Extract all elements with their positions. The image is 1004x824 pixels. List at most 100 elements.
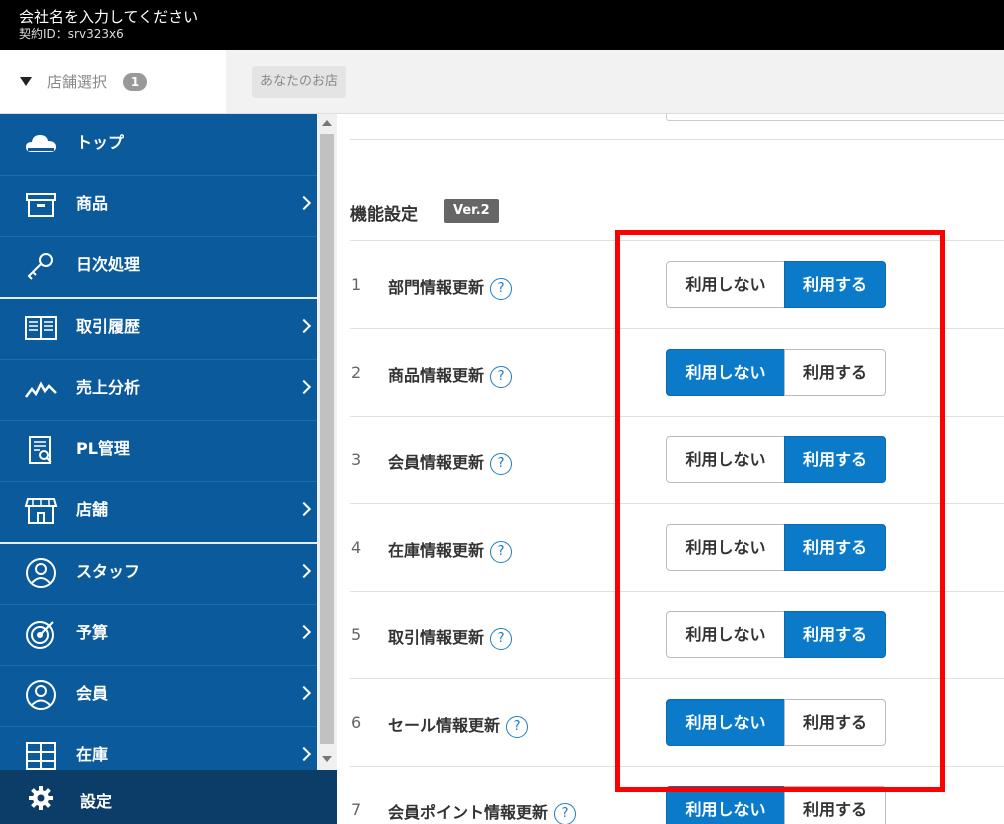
feature-name: 会員情報更新? bbox=[388, 449, 513, 475]
store-selector[interactable]: 店舗選択 1 bbox=[0, 50, 226, 114]
option-on-button[interactable]: 利用する bbox=[784, 524, 886, 571]
sidebar-item-stores[interactable]: 店舗 bbox=[0, 481, 317, 544]
shelf-icon bbox=[26, 742, 56, 770]
chevron-right-icon bbox=[296, 624, 312, 640]
gear-icon bbox=[29, 786, 53, 810]
store-selector-label: 店舗選択 bbox=[47, 73, 108, 91]
target-icon bbox=[26, 621, 54, 649]
chevron-right-icon bbox=[296, 501, 312, 517]
cloud-icon bbox=[26, 135, 56, 152]
sidebar-item-top[interactable]: トップ bbox=[0, 114, 317, 176]
row-number: 1 bbox=[351, 275, 362, 294]
sidebar-item-label: 日次処理 bbox=[76, 255, 141, 274]
report-icon bbox=[29, 436, 52, 464]
section-title: 機能設定 bbox=[350, 205, 418, 225]
chevron-right-icon bbox=[296, 379, 312, 395]
feature-setting-row: 1 部門情報更新? 利用しない 利用する bbox=[350, 241, 1004, 329]
chevron-right-icon bbox=[296, 685, 312, 701]
sidebar-item-label: 取引履歴 bbox=[76, 317, 141, 336]
feature-setting-row: 5 取引情報更新? 利用しない 利用する bbox=[350, 591, 1004, 679]
sidebar-scrollbar[interactable] bbox=[317, 114, 337, 770]
option-off-button[interactable]: 利用しない bbox=[666, 786, 785, 824]
help-icon[interactable]: ? bbox=[490, 277, 513, 300]
sidebar-item-transactions[interactable]: 取引履歴 bbox=[0, 298, 317, 360]
option-off-button[interactable]: 利用しない bbox=[666, 436, 785, 483]
previous-field-edge bbox=[666, 114, 1004, 121]
staff-icon bbox=[26, 558, 56, 588]
row-number: 7 bbox=[351, 800, 362, 819]
option-off-button[interactable]: 利用しない bbox=[666, 524, 785, 571]
sidebar: トップ 商品 日次処理 取引履歴 売上分析 PL管理 店舗 スタッフ 予算 会員… bbox=[0, 114, 317, 770]
version-badge: Ver.2 bbox=[444, 199, 499, 223]
help-icon[interactable]: ? bbox=[490, 627, 513, 650]
row-number: 3 bbox=[351, 450, 362, 469]
option-on-button[interactable]: 利用する bbox=[784, 349, 886, 396]
sidebar-item-pl-management[interactable]: PL管理 bbox=[0, 420, 317, 482]
feature-name: 会員ポイント情報更新? bbox=[388, 799, 577, 824]
feature-setting-row: 3 会員情報更新? 利用しない 利用する bbox=[350, 416, 1004, 504]
store-count-badge: 1 bbox=[123, 73, 147, 91]
option-on-button[interactable]: 利用する bbox=[784, 786, 886, 824]
row-number: 5 bbox=[351, 625, 362, 644]
usage-toggle[interactable]: 利用しない 利用する bbox=[666, 349, 886, 396]
storefront-icon bbox=[24, 498, 58, 524]
sidebar-item-daily-process[interactable]: 日次処理 bbox=[0, 236, 317, 299]
sidebar-item-sales-analysis[interactable]: 売上分析 bbox=[0, 359, 317, 421]
option-on-button[interactable]: 利用する bbox=[784, 436, 886, 483]
usage-toggle[interactable]: 利用しない 利用する bbox=[666, 611, 886, 658]
option-on-button[interactable]: 利用する bbox=[784, 611, 886, 658]
feature-name: 商品情報更新? bbox=[388, 362, 513, 388]
sidebar-item-label: スタッフ bbox=[76, 562, 141, 581]
usage-toggle[interactable]: 利用しない 利用する bbox=[666, 261, 886, 308]
chevron-right-icon bbox=[296, 563, 312, 579]
help-icon[interactable]: ? bbox=[506, 715, 529, 738]
usage-toggle[interactable]: 利用しない 利用する bbox=[666, 786, 886, 824]
option-off-button[interactable]: 利用しない bbox=[666, 349, 785, 396]
chevron-right-icon bbox=[296, 195, 312, 211]
sidebar-item-staff[interactable]: スタッフ bbox=[0, 543, 317, 605]
sidebar-item-label: 会員 bbox=[76, 684, 109, 703]
line-chart-icon bbox=[25, 381, 57, 398]
usage-toggle[interactable]: 利用しない 利用する bbox=[666, 699, 886, 746]
sidebar-item-label: PL管理 bbox=[76, 439, 130, 458]
usage-toggle[interactable]: 利用しない 利用する bbox=[666, 436, 886, 483]
main-content: 機能設定 Ver.2 1 部門情報更新? 利用しない 利用する 2 商品情報更新… bbox=[337, 114, 1004, 824]
member-icon bbox=[26, 680, 56, 710]
chevron-right-icon bbox=[296, 746, 312, 762]
sidebar-item-members[interactable]: 会員 bbox=[0, 665, 317, 727]
help-icon[interactable]: ? bbox=[490, 365, 513, 388]
current-store-chip[interactable]: あなたのお店 bbox=[252, 66, 347, 98]
feature-name: 在庫情報更新? bbox=[388, 537, 513, 563]
option-on-button[interactable]: 利用する bbox=[784, 699, 886, 746]
help-icon[interactable]: ? bbox=[490, 452, 513, 475]
top-bar: 会社名を入力してください 契約ID：srv323x6 bbox=[0, 0, 1004, 50]
contract-id: 契約ID：srv323x6 bbox=[19, 27, 124, 41]
feature-setting-row: 6 セール情報更新? 利用しない 利用する bbox=[350, 679, 1004, 767]
key-icon bbox=[27, 253, 53, 280]
book-icon bbox=[25, 316, 57, 340]
option-off-button[interactable]: 利用しない bbox=[666, 699, 785, 746]
company-name: 会社名を入力してください bbox=[19, 8, 199, 26]
sidebar-item-label: 在庫 bbox=[76, 745, 109, 764]
settings-menu[interactable]: 設定 bbox=[0, 770, 338, 824]
sidebar-item-label: 商品 bbox=[76, 194, 109, 213]
help-icon[interactable]: ? bbox=[490, 540, 513, 563]
sidebar-item-budget[interactable]: 予算 bbox=[0, 604, 317, 666]
feature-name: セール情報更新? bbox=[388, 712, 529, 738]
help-icon[interactable]: ? bbox=[554, 802, 577, 824]
feature-setting-row: 2 商品情報更新? 利用しない 利用する bbox=[350, 329, 1004, 417]
scroll-up-arrow-icon[interactable] bbox=[322, 120, 332, 126]
sidebar-item-inventory[interactable]: 在庫 bbox=[0, 726, 317, 770]
row-number: 6 bbox=[351, 713, 362, 732]
usage-toggle[interactable]: 利用しない 利用する bbox=[666, 524, 886, 571]
sidebar-item-products[interactable]: 商品 bbox=[0, 175, 317, 237]
sidebar-item-label: 予算 bbox=[76, 623, 109, 642]
option-off-button[interactable]: 利用しない bbox=[666, 261, 785, 308]
option-off-button[interactable]: 利用しない bbox=[666, 611, 785, 658]
scroll-down-arrow-icon[interactable] bbox=[322, 756, 332, 762]
option-on-button[interactable]: 利用する bbox=[784, 261, 886, 308]
scroll-thumb[interactable] bbox=[320, 134, 334, 744]
chevron-right-icon bbox=[296, 318, 312, 334]
row-number: 4 bbox=[351, 538, 362, 557]
feature-name: 取引情報更新? bbox=[388, 624, 513, 650]
